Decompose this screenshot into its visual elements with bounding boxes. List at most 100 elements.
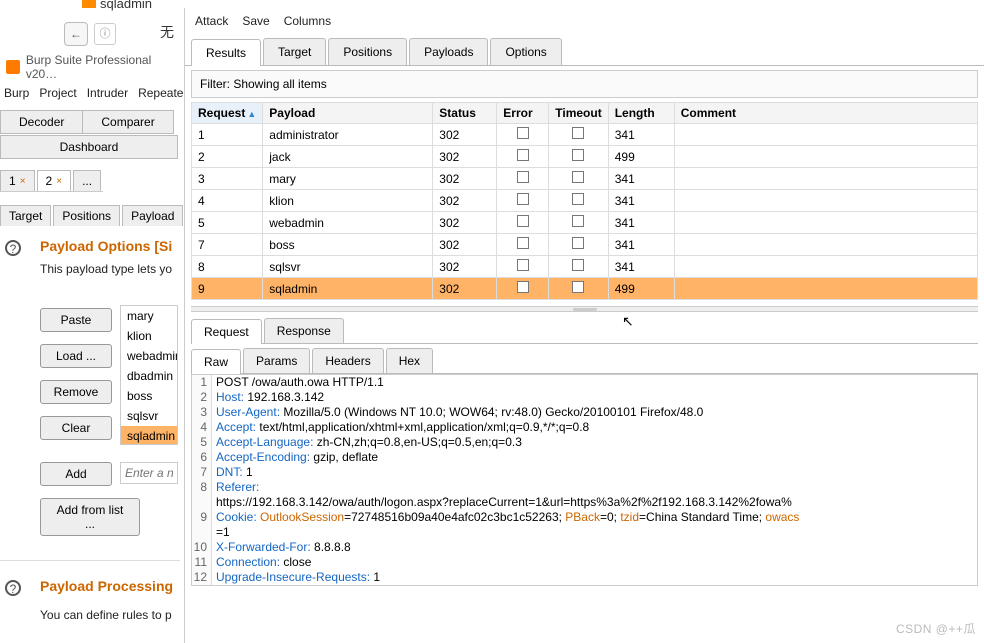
- attack-tab-1[interactable]: 1×: [0, 170, 35, 191]
- timeout-checkbox[interactable]: [572, 259, 584, 271]
- results-filter[interactable]: Filter: Showing all items: [191, 70, 978, 98]
- error-checkbox[interactable]: [517, 171, 529, 183]
- browser-back-button[interactable]: ←: [64, 22, 88, 46]
- menu-burp[interactable]: Burp: [4, 86, 29, 100]
- top-tabs: Decoder Comparer: [0, 110, 174, 134]
- tab-params[interactable]: Params: [243, 348, 310, 373]
- help-icon[interactable]: ?: [5, 240, 21, 256]
- tab-results[interactable]: Results: [191, 39, 261, 66]
- table-row[interactable]: 9sqladmin302499: [192, 278, 978, 300]
- timeout-checkbox[interactable]: [572, 127, 584, 139]
- list-item[interactable]: mary: [121, 306, 177, 326]
- attack-tab-2[interactable]: 2×: [37, 170, 72, 191]
- list-item[interactable]: webadmin: [121, 346, 177, 366]
- menu-intruder[interactable]: Intruder: [87, 86, 128, 100]
- app-titlebar: Burp Suite Professional v20…: [0, 56, 184, 78]
- splitter-handle[interactable]: [191, 306, 978, 312]
- menu-attack[interactable]: Attack: [195, 14, 228, 28]
- tab-raw[interactable]: Raw: [191, 349, 241, 374]
- tab-dashboard[interactable]: Dashboard: [0, 135, 178, 159]
- tab-payloads[interactable]: Payloads: [409, 38, 488, 65]
- payload-options-desc: This payload type lets yo: [40, 262, 172, 276]
- watermark: CSDN @++瓜: [896, 620, 976, 637]
- list-item[interactable]: dbadmin: [121, 366, 177, 386]
- menu-repeater[interactable]: Repeate: [138, 86, 183, 100]
- clear-button[interactable]: Clear: [40, 416, 112, 440]
- table-row[interactable]: 4klion302341: [192, 190, 978, 212]
- tab-response[interactable]: Response: [264, 318, 344, 343]
- tab-target[interactable]: Target: [0, 205, 51, 226]
- table-row[interactable]: 2jack302499: [192, 146, 978, 168]
- tab-options[interactable]: Options: [490, 38, 561, 65]
- table-row[interactable]: 7boss302341: [192, 234, 978, 256]
- table-row[interactable]: 3mary302341: [192, 168, 978, 190]
- results-table: Request▲ Payload Status Error Timeout Le…: [191, 102, 978, 300]
- col-error[interactable]: Error: [497, 103, 549, 124]
- table-row[interactable]: 5webadmin302341: [192, 212, 978, 234]
- tab-headers[interactable]: Headers: [312, 348, 383, 373]
- timeout-checkbox[interactable]: [572, 149, 584, 161]
- request-raw-editor[interactable]: 1POST /owa/auth.owa HTTP/1.12Host: 192.1…: [191, 374, 978, 586]
- results-tabs: Results Target Positions Payloads Option…: [185, 38, 984, 66]
- attack-tab-more[interactable]: ...: [73, 170, 101, 191]
- list-item-selected[interactable]: sqladmin: [121, 426, 177, 445]
- tab-comparer[interactable]: Comparer: [82, 110, 173, 134]
- tab-positions[interactable]: Positions: [53, 205, 120, 226]
- col-request[interactable]: Request▲: [192, 103, 263, 124]
- request-response-tabs: Request Response: [185, 318, 984, 343]
- list-item[interactable]: klion: [121, 326, 177, 346]
- col-timeout[interactable]: Timeout: [549, 103, 608, 124]
- help-icon[interactable]: ?: [5, 580, 21, 596]
- payload-add-input[interactable]: [120, 462, 178, 484]
- col-length[interactable]: Length: [608, 103, 674, 124]
- error-checkbox[interactable]: [517, 259, 529, 271]
- table-row[interactable]: 8sqlsvr302341: [192, 256, 978, 278]
- sort-asc-icon: ▲: [247, 109, 256, 119]
- burp-icon: [6, 60, 20, 74]
- tab-hex[interactable]: Hex: [386, 348, 433, 373]
- payload-processing-heading: Payload Processing: [40, 578, 173, 594]
- tab-target[interactable]: Target: [263, 38, 326, 65]
- timeout-checkbox[interactable]: [572, 171, 584, 183]
- list-item[interactable]: sqlsvr: [121, 406, 177, 426]
- intruder-inner-tabs: Target Positions Payload: [0, 205, 185, 226]
- list-item[interactable]: boss: [121, 386, 177, 406]
- close-icon[interactable]: ×: [20, 176, 26, 187]
- browser-tab-title: sqladmin: [100, 0, 152, 11]
- timeout-checkbox[interactable]: [572, 281, 584, 293]
- intruder-results-window: Attack Save Columns Results Target Posit…: [184, 8, 984, 643]
- load-button[interactable]: Load ...: [40, 344, 112, 368]
- error-checkbox[interactable]: [517, 193, 529, 205]
- tab-request[interactable]: Request: [191, 319, 262, 344]
- error-checkbox[interactable]: [517, 237, 529, 249]
- payload-options-heading: Payload Options [Si: [40, 238, 172, 254]
- col-comment[interactable]: Comment: [674, 103, 977, 124]
- timeout-checkbox[interactable]: [572, 215, 584, 227]
- browser-info-icon[interactable]: ⓘ: [94, 23, 116, 45]
- menu-columns[interactable]: Columns: [284, 14, 331, 28]
- col-payload[interactable]: Payload: [263, 103, 433, 124]
- close-icon[interactable]: ×: [56, 176, 62, 187]
- app-title: Burp Suite Professional v20…: [26, 53, 184, 81]
- menu-save[interactable]: Save: [242, 14, 269, 28]
- tab-decoder[interactable]: Decoder: [0, 110, 82, 134]
- remove-button[interactable]: Remove: [40, 380, 112, 404]
- payload-list[interactable]: mary klion webadmin dbadmin boss sqlsvr …: [120, 305, 178, 445]
- menu-project[interactable]: Project: [39, 86, 76, 100]
- col-status[interactable]: Status: [433, 103, 497, 124]
- add-from-list-button[interactable]: Add from list ...: [40, 498, 140, 536]
- paste-button[interactable]: Paste: [40, 308, 112, 332]
- add-button[interactable]: Add: [40, 462, 112, 486]
- browser-page-text: 无: [160, 22, 174, 42]
- results-menubar: Attack Save Columns: [185, 8, 984, 34]
- error-checkbox[interactable]: [517, 281, 529, 293]
- error-checkbox[interactable]: [517, 149, 529, 161]
- error-checkbox[interactable]: [517, 127, 529, 139]
- timeout-checkbox[interactable]: [572, 237, 584, 249]
- table-row[interactable]: 1administrator302341: [192, 124, 978, 146]
- timeout-checkbox[interactable]: [572, 193, 584, 205]
- tab-positions[interactable]: Positions: [328, 38, 407, 65]
- app-menubar: Burp Project Intruder Repeate: [0, 82, 187, 104]
- error-checkbox[interactable]: [517, 215, 529, 227]
- tab-payloads[interactable]: Payload: [122, 205, 183, 226]
